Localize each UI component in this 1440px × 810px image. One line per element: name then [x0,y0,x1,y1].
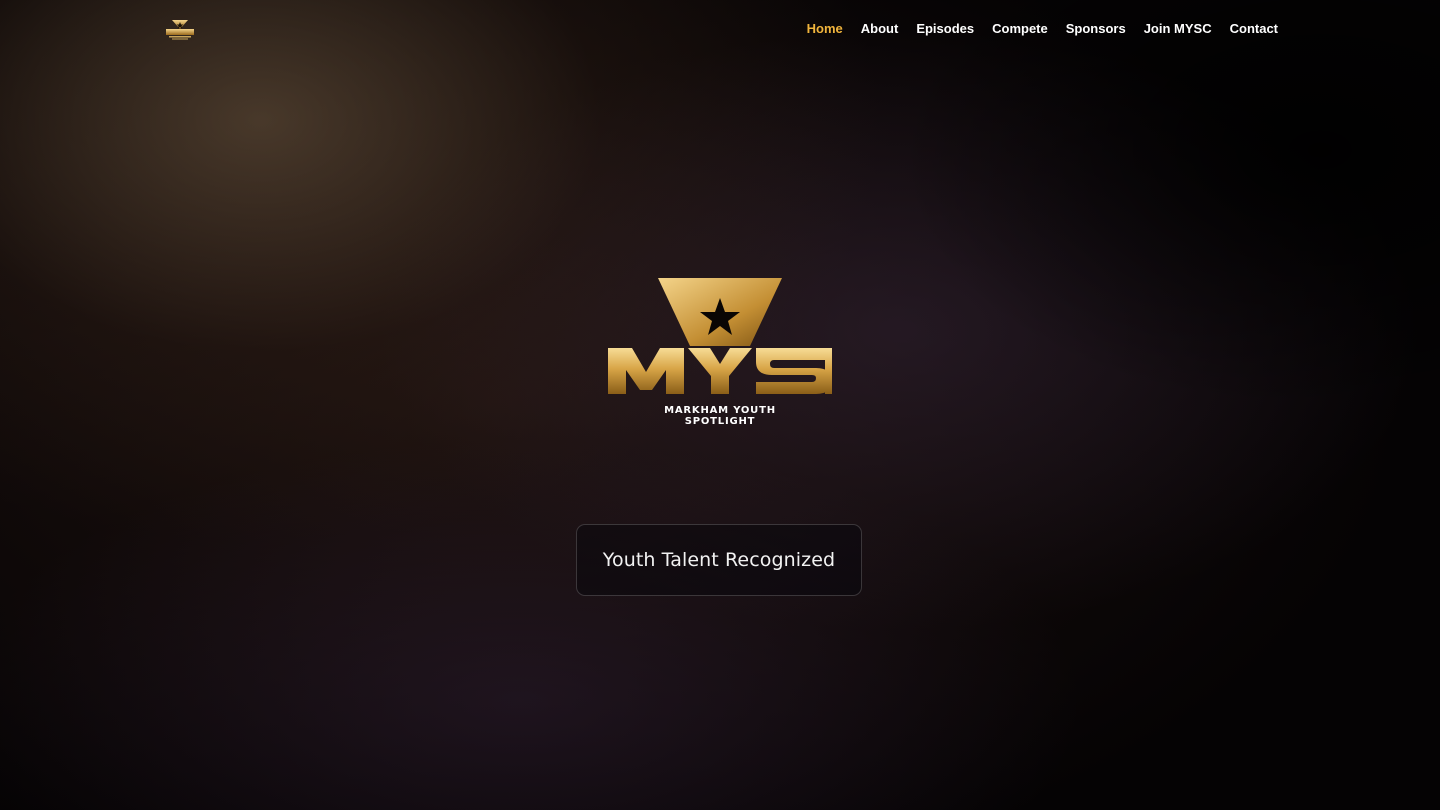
nav-about[interactable]: About [861,20,899,38]
nav-join-mysc[interactable]: Join MYSC [1144,20,1212,38]
page: Home About Episodes Compete Sponsors Joi… [0,0,1440,810]
logo-caption-line2: SPOTLIGHT [684,416,756,427]
logo-caption-line1: MARKHAM YOUTH [664,405,776,416]
nav-sponsors[interactable]: Sponsors [1066,20,1126,38]
nav-compete[interactable]: Compete [992,20,1048,38]
nav-contact[interactable]: Contact [1230,20,1278,38]
nav-episodes[interactable]: Episodes [916,20,974,38]
main-nav: Home About Episodes Compete Sponsors Joi… [807,20,1278,38]
tagline-text: Youth Talent Recognized [602,549,836,571]
header-logo-icon[interactable] [163,17,197,41]
nav-home[interactable]: Home [807,20,843,38]
tagline-card: Youth Talent Recognized [576,524,862,596]
